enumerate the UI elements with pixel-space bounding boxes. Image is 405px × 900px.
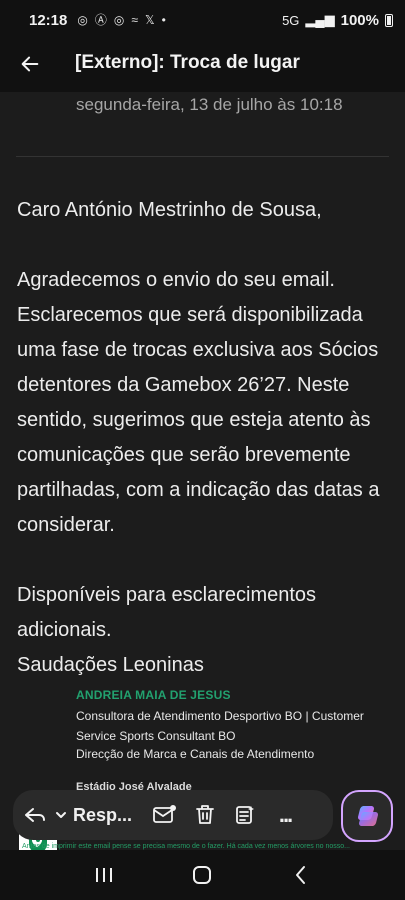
app-a-icon: Ⓐ — [94, 13, 107, 27]
status-left: 12:18 ◎ Ⓐ ◎ ≈ 𝕏 • — [29, 12, 166, 29]
recent-apps-icon — [96, 868, 113, 882]
email-closing: Disponíveis para esclarecimentos adicion… — [17, 584, 322, 641]
instagram-icon: ◎ — [77, 13, 88, 27]
message-toolbar: Resp... ... — [13, 790, 333, 840]
x-icon: 𝕏 — [144, 13, 155, 27]
back-arrow-icon[interactable] — [19, 53, 41, 75]
signature-name: ANDREIA MAIA DE JESUS — [76, 688, 231, 702]
status-time: 12:18 — [29, 11, 68, 29]
mail-unread-icon — [153, 805, 176, 823]
signature-department: Direcção de Marca e Canais de Atendiment… — [76, 747, 315, 761]
trash-icon — [196, 805, 214, 824]
divider — [16, 156, 389, 157]
more-options-button[interactable]: ... — [265, 795, 305, 835]
email-signoff: Saudações Leoninas — [17, 654, 204, 676]
unread-mail-button[interactable] — [145, 795, 185, 835]
email-date: segunda-feira, 13 de julho às 10:18 — [76, 95, 343, 114]
reply-label: Resp... — [73, 804, 133, 825]
back-button[interactable] — [287, 861, 315, 889]
system-navigation — [0, 850, 405, 900]
more-options-icon: ... — [278, 802, 293, 827]
copilot-button[interactable] — [341, 790, 393, 842]
instagram-icon-2: ◎ — [113, 13, 125, 27]
battery-icon — [385, 13, 393, 27]
email-content: segunda-feira, 13 de julho às 10:18 Caro… — [0, 92, 405, 900]
copilot-icon — [358, 806, 378, 826]
signal-icon: ▂▄▆ — [305, 12, 335, 27]
home-icon — [193, 866, 212, 884]
email-subject: [Externo]: Troca de lugar — [75, 52, 300, 73]
email-paragraph: Agradecemos o envio do seu email. Esclar… — [17, 269, 386, 536]
signature-role: Consultora de Atendimento Desportivo BO … — [76, 709, 364, 743]
back-icon — [295, 866, 305, 884]
recent-apps-button[interactable] — [90, 861, 118, 889]
email-greeting: Caro António Mestrinho de Sousa, — [17, 199, 322, 221]
home-button[interactable] — [188, 861, 216, 889]
battery-percent: 100% — [340, 11, 379, 29]
warning-text: Antes de imprimir este email pense se pr… — [22, 843, 350, 850]
network-label: 5G — [282, 12, 300, 28]
reply-arrow-icon — [25, 808, 45, 822]
dot-icon: • — [161, 13, 166, 27]
status-bar: 12:18 ◎ Ⓐ ◎ ≈ 𝕏 • 5G ▂▄▆ 100% — [0, 0, 405, 40]
reply-button[interactable]: Resp... — [23, 795, 137, 835]
bird-icon: ≈ — [131, 13, 138, 27]
summarize-button[interactable] — [225, 795, 265, 835]
chevron-down-icon — [56, 812, 66, 818]
status-right: 5G ▂▄▆ 100% — [282, 12, 393, 29]
email-header: [Externo]: Troca de lugar — [0, 40, 405, 92]
delete-button[interactable] — [185, 795, 225, 835]
summary-icon — [236, 806, 254, 824]
